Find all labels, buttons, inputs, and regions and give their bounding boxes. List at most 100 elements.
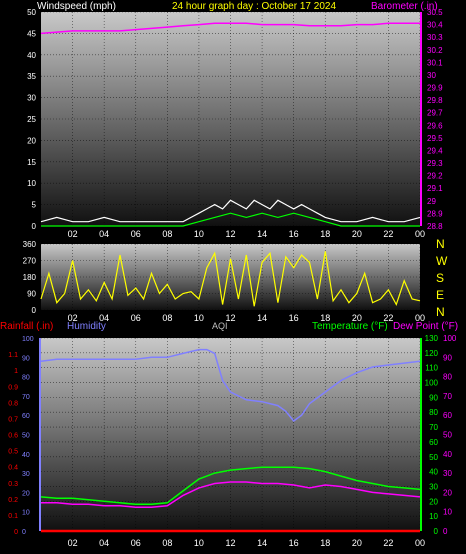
x-tick-label: 00 [415,229,425,239]
x-tick-label: 10 [194,229,204,239]
compass-north-top: N [436,237,445,251]
dew-point-tick-label: 30 [443,469,452,478]
temperature-tick-label: 10 [429,512,438,521]
dew-point-tick-label: 50 [443,431,452,440]
windspeed-tick-label: 5 [32,201,37,210]
rainfall-tick-label: 0.3 [8,481,18,488]
x-tick-label: 06 [131,313,141,323]
barometer-tick-label: 29.9 [427,84,443,93]
x-tick-label: 04 [99,538,109,548]
barometer-tick-label: 29.1 [427,184,443,193]
direction-tick-label: 270 [23,257,37,266]
barometer-tick-label: 29.6 [427,121,443,130]
barometer-tick-label: 29.5 [427,134,443,143]
temperature-tick-label: 80 [429,408,438,417]
temperature-tick-label: 130 [425,334,439,343]
dew-point-tick-label: 80 [443,373,452,382]
x-tick-label: 22 [383,229,393,239]
x-tick-label: 20 [352,229,362,239]
x-tick-label: 22 [383,538,393,548]
x-tick-label: 14 [257,313,267,323]
x-tick-label: 18 [320,538,330,548]
rainfall-tick-label: 0.1 [8,513,18,520]
humidity-tick-label: 30 [22,471,30,478]
dew-point-tick-label: 0 [443,527,448,536]
temperature-tick-label: 70 [429,423,438,432]
barometer-tick-label: 29.3 [427,159,443,168]
direction-tick-label: 360 [23,240,37,249]
rainfall-tick-label: 0.9 [8,384,18,391]
barometer-tick-label: 30 [427,71,436,80]
temperature-tick-label: 50 [429,453,438,462]
direction-tick-label: 90 [27,290,36,299]
barometer-tick-label: 29.2 [427,172,443,181]
barometer-tick-label: 29.8 [427,96,443,105]
temperature-tick-label: 0 [434,527,439,536]
humidity-tick-label: 20 [22,490,30,497]
humidity-tick-label: 0 [22,529,26,536]
humidity-tick-label: 10 [22,510,30,517]
barometer-tick-label: 30.2 [427,46,443,55]
temperature-tick-label: 20 [429,497,438,506]
humidity-tick-label: 60 [22,413,30,420]
x-tick-label: 02 [68,538,78,548]
temperature-tick-label: 90 [429,393,438,402]
barometer-tick-label: 29.4 [427,146,443,155]
windspeed-tick-label: 50 [27,8,36,17]
x-tick-label: 16 [289,538,299,548]
humidity-tick-label: 90 [22,355,30,362]
windspeed-tick-label: 30 [27,94,36,103]
windspeed-tick-label: 10 [27,179,36,188]
x-tick-label: 04 [99,229,109,239]
barometer-tick-label: 29.7 [427,109,443,118]
x-tick-label: 18 [320,229,330,239]
x-tick-label: 02 [68,229,78,239]
dew-point-tick-label: 90 [443,353,452,362]
barometer-tick-label: 28.8 [427,222,443,231]
temperature-tick-label: 30 [429,482,438,491]
humidity-axis-title: Humidity [67,321,106,332]
rainfall-tick-label: 0.4 [8,465,18,472]
humidity-tick-label: 50 [22,433,30,440]
rainfall-axis-title: Rainfall (.in) [0,321,53,332]
rainfall-tick-label: 0.6 [8,433,18,440]
x-tick-label: 20 [352,538,362,548]
windspeed-tick-label: 15 [27,158,36,167]
dew-point-tick-label: 20 [443,488,452,497]
windspeed-axis-title: Windspeed (mph) [37,1,116,12]
compass-south: S [436,271,444,285]
temperature-tick-label: 60 [429,438,438,447]
x-tick-label: 12 [225,229,235,239]
barometer-tick-label: 30.1 [427,58,443,67]
x-tick-label: 10 [194,538,204,548]
barometer-tick-label: 30.5 [427,8,443,17]
x-tick-label: 16 [289,313,299,323]
chart-title: 24 hour graph day : October 17 2024 [172,1,336,12]
rainfall-tick-label: 0.7 [8,416,18,423]
temperature-tick-label: 110 [425,364,438,373]
weather-chart: Windspeed (mph) 24 hour graph day : Octo… [0,1,458,548]
barometer-tick-label: 30.3 [427,33,443,42]
x-tick-label: 12 [225,538,235,548]
compass-west: W [436,254,448,268]
x-tick-label: 00 [415,538,425,548]
aqi-label: AQI [212,321,228,331]
windspeed-tick-label: 45 [27,29,36,38]
humidity-tick-label: 100 [22,336,34,343]
temperature-axis-title: Temperature (°F) [312,321,388,332]
barometer-tick-label: 29 [427,197,436,206]
x-tick-label: 08 [162,538,172,548]
compass-east: E [436,288,444,302]
barometer-tick-label: 28.9 [427,209,443,218]
barometer-tick-label: 30.4 [427,21,443,30]
direction-tick-label: 0 [32,306,37,315]
rainfall-tick-label: 1.1 [8,352,18,359]
humidity-tick-label: 70 [22,394,30,401]
dew-point-axis-title: Dew Point (°F) [393,321,458,332]
windspeed-tick-label: 25 [27,115,36,124]
dew-point-tick-label: 40 [443,450,452,459]
dew-point-tick-label: 70 [443,392,452,401]
x-tick-label: 16 [289,229,299,239]
temperature-tick-label: 120 [425,349,439,358]
rainfall-tick-label: 0 [14,529,18,536]
